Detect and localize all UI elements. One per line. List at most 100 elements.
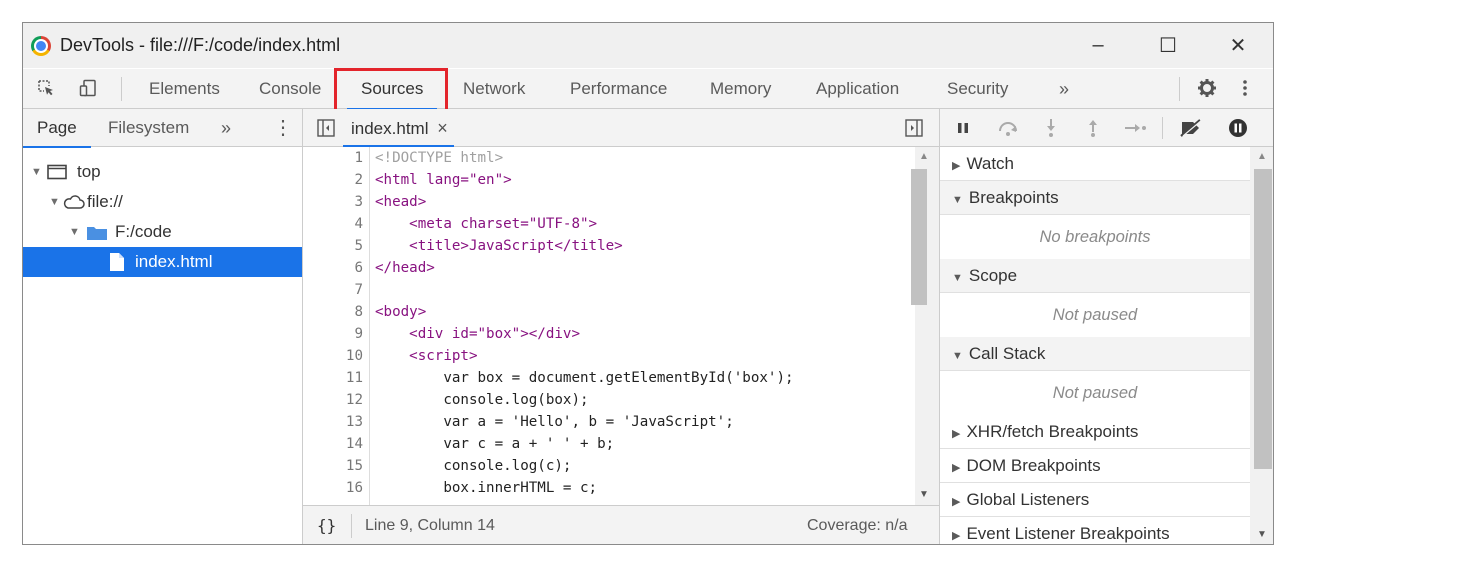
section-label: DOM Breakpoints — [966, 456, 1101, 475]
toggle-debugger-icon[interactable] — [905, 119, 923, 137]
customize-menu-icon[interactable] — [1241, 79, 1249, 97]
line-number: 1 — [354, 150, 363, 166]
status-divider — [351, 514, 352, 538]
code-text: <body> — [375, 304, 427, 320]
line-number: 2 — [354, 172, 363, 188]
minimize-button[interactable]: – — [1063, 23, 1133, 68]
devtools-window: DevTools - file:///F:/code/index.html – … — [22, 22, 1274, 545]
file-tab-index-html[interactable]: index.html × — [343, 109, 454, 147]
close-file-tab-icon[interactable]: × — [437, 118, 448, 138]
navigator-pane: Page Filesystem » ⋮ ▼ top ▼ file:// ▼ F:… — [23, 109, 303, 544]
step-out-icon[interactable] — [1086, 118, 1100, 138]
chrome-logo-icon — [31, 35, 51, 56]
code-text: console.log(box); — [375, 392, 589, 408]
tree-item-top[interactable]: ▼ top — [23, 157, 302, 187]
inspect-element-icon[interactable] — [37, 79, 55, 97]
tree-label: index.html — [135, 252, 213, 271]
section-label: XHR/fetch Breakpoints — [966, 422, 1139, 441]
tree-item-file-origin[interactable]: ▼ file:// — [23, 187, 302, 217]
section-dom-breakpoints[interactable]: ▶ DOM Breakpoints — [940, 449, 1250, 483]
device-toolbar-icon[interactable] — [79, 79, 97, 97]
scroll-down-arrow-icon[interactable]: ▼ — [919, 489, 929, 500]
section-watch[interactable]: ▶ Watch — [940, 147, 1250, 181]
tab-elements[interactable]: Elements — [149, 69, 220, 108]
tab-page[interactable]: Page — [23, 109, 91, 148]
line-number: 13 — [345, 414, 363, 430]
navigator-menu-icon[interactable]: ⋮ — [273, 109, 293, 146]
maximize-button[interactable]: ☐ — [1133, 23, 1203, 68]
line-number: 12 — [345, 392, 363, 408]
section-label: Event Listener Breakpoints — [966, 524, 1170, 543]
tab-console[interactable]: Console — [259, 69, 321, 108]
tab-memory[interactable]: Memory — [710, 69, 771, 108]
section-label: Breakpoints — [968, 188, 1059, 207]
tab-filesystem[interactable]: Filesystem — [108, 109, 189, 146]
line-number: 8 — [354, 304, 363, 320]
tab-application[interactable]: Application — [816, 69, 899, 108]
cursor-position: Line 9, Column 14 — [365, 517, 495, 534]
code-text: var c = a + ' ' + b; — [375, 436, 615, 452]
line-number: 4 — [354, 216, 363, 232]
tab-performance[interactable]: Performance — [570, 69, 667, 108]
section-label: Scope — [968, 266, 1018, 285]
tree-item-folder[interactable]: ▼ F:/code — [23, 217, 302, 247]
scope-empty-message: Not paused — [940, 293, 1250, 337]
code-text: var a = 'Hello', b = 'JavaScript'; — [375, 414, 734, 430]
code-text: </head> — [375, 260, 435, 276]
expand-arrow-icon: ▼ — [69, 226, 80, 238]
toggle-navigator-icon[interactable] — [317, 119, 335, 137]
code-text: <div id="box"></div> — [375, 326, 580, 342]
section-label: Global Listeners — [966, 490, 1090, 509]
pause-icon[interactable] — [956, 121, 970, 135]
code-text: <script> — [375, 348, 478, 364]
tab-network[interactable]: Network — [463, 69, 525, 108]
tab-security[interactable]: Security — [947, 69, 1008, 108]
close-button[interactable]: ✕ — [1203, 23, 1273, 68]
scroll-up-arrow-icon[interactable]: ▲ — [1257, 151, 1267, 162]
debugger-toolbar — [940, 109, 1273, 147]
navigator-more-button[interactable]: » — [221, 109, 231, 146]
section-label: Watch — [966, 154, 1015, 173]
section-label: Call Stack — [968, 344, 1046, 363]
code-editor[interactable]: 1 <!DOCTYPE html> 2 <html lang="en"> 3 <hea… — [303, 147, 915, 505]
expand-arrow-icon: ▼ — [49, 196, 60, 208]
section-xhr-breakpoints[interactable]: ▶ XHR/fetch Breakpoints — [940, 415, 1250, 449]
step-icon[interactable] — [1124, 121, 1148, 135]
scroll-down-arrow-icon[interactable]: ▼ — [1257, 529, 1267, 540]
line-number: 6 — [354, 260, 363, 276]
line-number: 15 — [345, 458, 363, 474]
file-tab-label: index.html — [351, 119, 429, 138]
editor-pane: index.html × 1 <!DOCTYPE html> 2 <html lan… — [303, 109, 939, 544]
tree-label: top — [77, 162, 101, 181]
line-number: 3 — [354, 194, 363, 210]
step-over-icon[interactable] — [996, 119, 1020, 137]
step-into-icon[interactable] — [1044, 118, 1058, 138]
line-number-gutter — [369, 147, 370, 505]
coverage-status[interactable]: Coverage: n/a — [807, 517, 908, 535]
toolbar-divider — [1162, 117, 1163, 139]
section-event-listener-breakpoints[interactable]: ▶ Event Listener Breakpoints — [940, 517, 1250, 544]
collapsed-arrow-icon: ▶ — [952, 530, 961, 542]
more-tabs-button[interactable]: » — [1059, 69, 1069, 108]
pretty-print-button[interactable]: {} — [317, 516, 336, 535]
deactivate-breakpoints-icon[interactable] — [1178, 119, 1204, 137]
line-number: 10 — [345, 348, 363, 364]
frame-icon — [47, 164, 67, 180]
scroll-up-arrow-icon[interactable]: ▲ — [919, 151, 929, 162]
tree-item-index-html[interactable]: index.html — [23, 247, 302, 277]
settings-gear-icon[interactable] — [1197, 78, 1217, 98]
line-number: 9 — [354, 326, 363, 342]
section-call-stack[interactable]: ▼ Call Stack — [940, 337, 1250, 371]
editor-scroll-thumb[interactable] — [911, 169, 927, 305]
section-scope[interactable]: ▼ Scope — [940, 259, 1250, 293]
sidebar-scroll-thumb[interactable] — [1254, 169, 1272, 469]
collapsed-arrow-icon: ▶ — [952, 160, 961, 172]
tree-label: file:// — [87, 192, 123, 211]
pause-on-exceptions-icon[interactable] — [1228, 118, 1248, 138]
folder-icon — [87, 227, 107, 240]
collapsed-arrow-icon: ▶ — [952, 428, 961, 440]
section-global-listeners[interactable]: ▶ Global Listeners — [940, 483, 1250, 517]
code-text: console.log(c); — [375, 458, 572, 474]
section-breakpoints[interactable]: ▼ Breakpoints — [940, 181, 1250, 215]
tab-sources[interactable]: Sources — [347, 69, 438, 110]
